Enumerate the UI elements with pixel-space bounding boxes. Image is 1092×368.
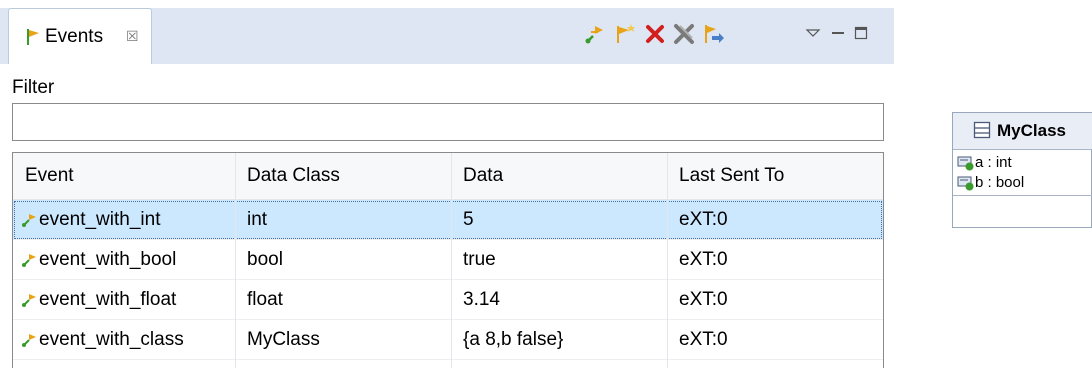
export-events-icon[interactable] (702, 22, 726, 46)
cell-data[interactable]: 5 (451, 200, 667, 240)
table-row[interactable]: event_with_int int 5 eXT:0 (13, 200, 883, 240)
column-separator[interactable] (235, 153, 236, 368)
cell-last-sent-to: eXT:0 (679, 209, 728, 230)
column-header-event[interactable]: Event (13, 153, 235, 199)
cell-event: event_with_bool (39, 249, 177, 270)
class-name: MyClass (997, 121, 1066, 140)
events-view: Events ☒ Filter Event Data Class Data La… (0, 8, 894, 368)
column-separator[interactable] (451, 153, 452, 368)
cell-last-sent-to: eXT:0 (679, 329, 728, 350)
column-header-data[interactable]: Data (451, 153, 667, 199)
cell-data-class: bool (247, 249, 283, 270)
class-icon (973, 121, 991, 139)
events-table: Event Data Class Data Last Sent To event… (12, 152, 884, 368)
filter-label: Filter (12, 77, 55, 98)
new-event-icon[interactable] (613, 22, 637, 46)
attribute-label: a : int (975, 154, 1012, 171)
column-header-last-sent-to[interactable]: Last Sent To (667, 153, 883, 199)
cell-data-class: float (247, 289, 283, 310)
class-attribute[interactable]: a : int (953, 153, 1092, 173)
cell-last-sent-to: eXT:0 (679, 249, 728, 270)
filter-input[interactable] (12, 103, 884, 141)
class-box-header: MyClass (953, 113, 1092, 150)
maximize-icon[interactable] (852, 24, 870, 42)
delete-icon[interactable] (643, 22, 667, 46)
table-row[interactable]: event_with_float float 3.14 eXT:0 (13, 280, 883, 320)
class-box-divider (953, 195, 1092, 196)
delete-all-icon[interactable] (672, 22, 696, 46)
attribute-icon (957, 176, 974, 191)
tab-events[interactable]: Events ☒ (8, 8, 152, 64)
send-event-icon[interactable] (583, 22, 607, 46)
class-box[interactable]: MyClass a : int b : bool (952, 112, 1092, 228)
view-tab-strip: Events ☒ (0, 8, 894, 65)
close-icon[interactable]: ☒ (126, 28, 139, 45)
attribute-icon (957, 156, 974, 171)
table-row[interactable]: event_with_class MyClass {a 8,b false} e… (13, 320, 883, 360)
tab-title: Events (45, 26, 104, 47)
column-separator[interactable] (667, 153, 668, 368)
view-menu-icon[interactable] (804, 24, 822, 42)
class-attribute[interactable]: b : bool (953, 173, 1092, 193)
table-row[interactable]: event_with_bool bool true eXT:0 (13, 240, 883, 280)
cell-data-class: MyClass (247, 329, 320, 350)
event-flag-icon (27, 29, 39, 45)
column-header-data-class[interactable]: Data Class (235, 153, 451, 199)
cell-event: event_with_class (39, 329, 184, 350)
cell-data[interactable]: {a 8,b false} (451, 320, 667, 360)
table-header: Event Data Class Data Last Sent To (13, 153, 883, 200)
attribute-label: b : bool (975, 174, 1025, 191)
cell-last-sent-to: eXT:0 (679, 289, 728, 310)
cell-data-class: int (247, 209, 268, 230)
cell-data[interactable]: 3.14 (451, 280, 667, 320)
view-content: Filter Event Data Class Data Last Sent T… (0, 64, 894, 368)
cell-data[interactable]: true (451, 240, 667, 280)
cell-event: event_with_float (39, 289, 177, 310)
cell-event: event_with_int (39, 209, 161, 230)
minimize-icon[interactable] (829, 24, 847, 42)
